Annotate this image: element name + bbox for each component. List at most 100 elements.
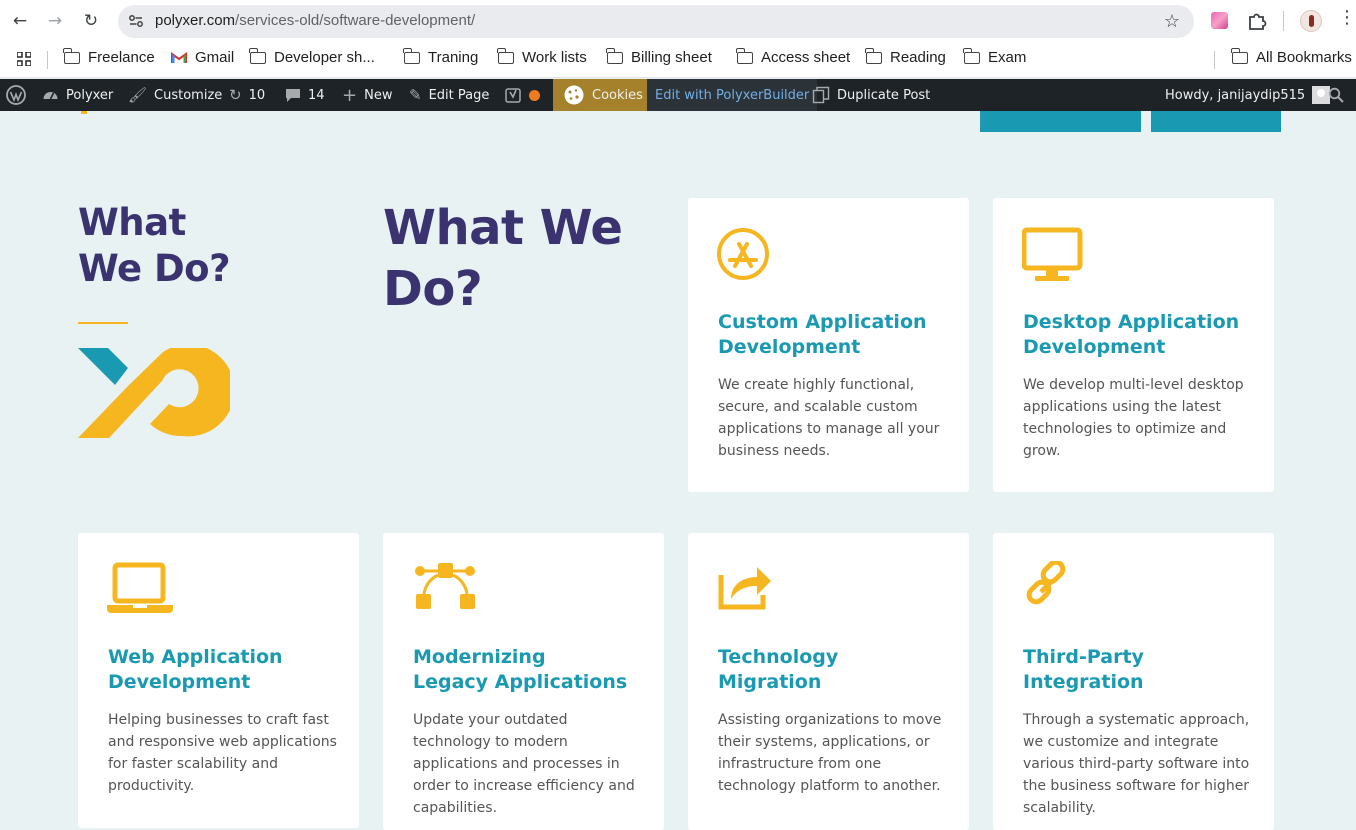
all-bookmarks[interactable]: All Bookmarks [1231, 47, 1352, 66]
brush-icon: 🖌 [128, 86, 148, 104]
bookmark-gmail[interactable]: Gmail [171, 49, 234, 66]
url-path: /services-old/software-development/ [235, 12, 476, 29]
extension-icon[interactable] [1211, 12, 1228, 29]
folder-icon [249, 47, 266, 64]
bookmarks-bar: Freelance Gmail Developer sh... Traning … [0, 42, 1356, 78]
duplicate-icon [812, 86, 830, 104]
seo-status-dot [529, 89, 540, 101]
card-title-line: Web Application [108, 646, 283, 668]
bookmark-label: Work lists [522, 49, 587, 66]
wp-new[interactable]: + New [342, 79, 392, 111]
search-icon [1328, 87, 1344, 103]
section-title-line: What [78, 201, 186, 244]
bookmarks-separator [47, 51, 48, 69]
bookmark-traning[interactable]: Traning [403, 47, 478, 66]
card-description: We create highly functional, secure, and… [718, 377, 940, 459]
card-title-line: Third-Party [1023, 646, 1144, 668]
wp-cookies[interactable]: Cookies [553, 79, 652, 111]
bookmark-reading[interactable]: Reading [865, 47, 946, 66]
service-card-desktop-application[interactable]: Desktop Application Development We devel… [993, 198, 1274, 492]
bookmark-access-sheet[interactable]: Access sheet [736, 47, 851, 66]
wp-edit-page-label: Edit Page [428, 87, 490, 103]
wp-comments[interactable]: 14 [285, 79, 325, 111]
services-heading-line: Do? [383, 261, 483, 317]
service-card-third-party-integration[interactable]: Third-Party Integration Through a system… [993, 533, 1274, 830]
wp-cookies-label: Cookies [592, 87, 643, 103]
card-title: Web Application Development [108, 645, 338, 695]
bookmark-developer-sheet[interactable]: Developer sh... [249, 47, 375, 66]
wp-yoast[interactable] [505, 79, 540, 111]
url-domain: polyxer.com [155, 12, 236, 29]
card-description: We develop multi-level desktop applicati… [1023, 377, 1244, 459]
address-bar[interactable]: polyxer.com/services-old/software-develo… [118, 5, 1194, 38]
card-title-line: Migration [718, 671, 822, 693]
gmail-icon [171, 51, 187, 63]
card-title-line: Integration [1023, 671, 1144, 693]
bookmark-billing-sheet[interactable]: Billing sheet [606, 47, 712, 66]
folder-icon [606, 47, 623, 64]
wp-updates[interactable]: ↻ 10 [229, 79, 265, 111]
card-title-line: Development [108, 671, 251, 693]
service-card-web-application[interactable]: Web Application Development Helping busi… [78, 533, 359, 828]
share-arrow-icon [718, 567, 771, 610]
card-title-line: Legacy Applications [413, 671, 628, 693]
bookmark-freelance[interactable]: Freelance [63, 47, 155, 66]
site-settings-icon[interactable] [128, 13, 144, 29]
wp-site-label: Polyxer [66, 87, 114, 103]
browser-menu-icon[interactable]: ⋮ [1338, 9, 1356, 27]
wp-edit-page[interactable]: ✎ Edit Page [409, 79, 489, 111]
puzzle-extensions-icon[interactable] [1246, 10, 1268, 32]
service-card-modernizing-legacy[interactable]: Modernizing Legacy Applications Update y… [383, 533, 664, 830]
wp-customize[interactable]: 🖌 Customize [128, 79, 222, 111]
apps-grid-icon[interactable] [17, 52, 31, 66]
forward-icon[interactable]: → [42, 8, 68, 34]
wp-edit-with-builder[interactable]: Edit with PolyxerBuilder [647, 79, 818, 111]
bookmark-label: Gmail [195, 49, 235, 66]
folder-icon [736, 47, 753, 64]
card-description: Through a systematic approach, we custom… [1023, 712, 1250, 816]
bookmark-label: Developer sh... [274, 49, 375, 66]
wp-duplicate-post[interactable]: Duplicate Post [812, 79, 930, 111]
bookmark-exam[interactable]: Exam [963, 47, 1026, 66]
wp-updates-count: 10 [248, 87, 266, 103]
link-icon [1026, 561, 1066, 605]
header-button[interactable] [1151, 111, 1281, 132]
bookmark-label: Reading [890, 49, 946, 66]
wp-builder-label: Edit with PolyxerBuilder [655, 87, 810, 103]
reload-icon[interactable]: ↻ [78, 8, 104, 34]
card-title-line: Development [718, 336, 861, 358]
services-heading-line: What We [383, 200, 623, 256]
bookmark-star-icon[interactable]: ☆ [1164, 11, 1180, 32]
card-title-line: Desktop Application [1023, 311, 1240, 333]
bookmark-label: Access sheet [761, 49, 851, 66]
wp-logo-icon[interactable] [6, 79, 26, 111]
comment-icon [286, 88, 300, 102]
wp-comments-count: 14 [308, 87, 325, 103]
wp-new-label: New [364, 87, 393, 103]
app-store-icon [717, 228, 769, 280]
section-title: What We Do? [78, 200, 231, 292]
service-card-technology-migration[interactable]: Technology Migration Assisting organizat… [688, 533, 969, 830]
url-text[interactable]: polyxer.com/services-old/software-develo… [155, 12, 475, 29]
folder-icon [963, 47, 980, 64]
wp-search[interactable] [1328, 79, 1344, 111]
folder-icon [497, 47, 514, 64]
card-title-line: Development [1023, 336, 1166, 358]
header-button[interactable] [980, 111, 1141, 132]
card-title-line: Custom Application [718, 311, 927, 333]
plus-icon: + [342, 84, 358, 106]
dashboard-icon [43, 91, 58, 99]
updates-icon: ↻ [229, 86, 242, 104]
pencil-icon: ✎ [409, 86, 422, 104]
card-description: Update your outdated technology to moder… [413, 712, 635, 816]
profile-avatar[interactable] [1300, 10, 1322, 32]
back-icon[interactable]: ← [7, 8, 33, 34]
wp-howdy-label: Howdy, janijaydip515 [1165, 87, 1306, 103]
bookmark-work-lists[interactable]: Work lists [497, 47, 587, 66]
wp-site-name[interactable]: Polyxer [42, 79, 113, 111]
wp-duplicate-label: Duplicate Post [837, 87, 931, 103]
card-title: Technology Migration [718, 645, 948, 695]
service-card-custom-application[interactable]: Custom Application Development We create… [688, 198, 969, 492]
wp-my-account[interactable]: Howdy, janijaydip515 [1165, 79, 1331, 111]
bookmark-label: Billing sheet [631, 49, 712, 66]
